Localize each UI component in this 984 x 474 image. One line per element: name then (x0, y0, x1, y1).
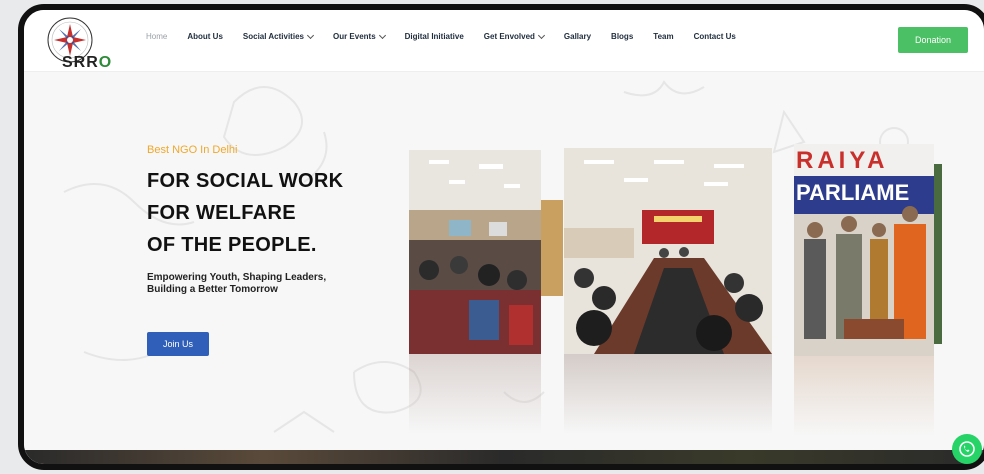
parliament-event-image (794, 144, 934, 356)
carousel-slide-1[interactable] (409, 150, 541, 354)
parliament-banner-subtext: PARLIAME (796, 180, 910, 205)
carousel-slide-3[interactable]: RAIYA PARLIAME (794, 144, 934, 356)
chevron-down-icon (537, 31, 545, 39)
whatsapp-icon (959, 441, 975, 457)
parliament-banner-text: RAIYA (796, 147, 889, 174)
nav-digital-initiative[interactable]: Digital Initiative (395, 32, 474, 41)
chevron-down-icon (378, 31, 386, 39)
chevron-down-icon (306, 31, 315, 39)
logo-wordmark: SRRO (62, 54, 113, 71)
carousel-edge-image (934, 164, 942, 344)
carousel-slide-2-reflection (564, 354, 772, 434)
hero-tagline: Best NGO In Delhi (147, 144, 238, 156)
carousel-slide-2[interactable] (564, 148, 772, 354)
site-logo[interactable]: SRRO (40, 14, 111, 72)
nav-get-envolved[interactable]: Get Envolved (474, 31, 554, 41)
nav-blogs[interactable]: Blogs (601, 32, 643, 41)
join-us-button[interactable]: Join Us (147, 332, 209, 356)
nav-home[interactable]: Home (136, 32, 177, 41)
nav-gallary[interactable]: Gallary (554, 32, 601, 41)
main-nav: Home About Us Social Activities Our Even… (136, 31, 746, 41)
next-section-peek (24, 450, 984, 464)
whatsapp-chat-button[interactable] (952, 434, 982, 464)
hero-subtitle: Empowering Youth, Shaping Leaders, Build… (147, 272, 327, 295)
nav-team[interactable]: Team (643, 32, 683, 41)
browser-frame: SRRO Home About Us Social Activities Our… (18, 4, 984, 470)
top-navbar: SRRO Home About Us Social Activities Our… (24, 10, 984, 72)
hero-section: Best NGO In Delhi FOR SOCIAL WORK FOR WE… (24, 72, 984, 462)
meeting-photo-image (564, 148, 772, 354)
nav-social-activities[interactable]: Social Activities (233, 31, 323, 41)
carousel-gap-image (541, 200, 563, 296)
nav-about-us[interactable]: About Us (177, 32, 233, 41)
donation-button[interactable]: Donation (898, 27, 968, 53)
conference-photo-image (409, 150, 541, 354)
nav-contact-us[interactable]: Contact Us (684, 32, 746, 41)
nav-our-events[interactable]: Our Events (323, 31, 395, 41)
hero-headline: FOR SOCIAL WORK FOR WELFARE OF THE PEOPL… (147, 170, 344, 256)
carousel-slide-1-reflection (409, 354, 541, 434)
carousel-slide-3-reflection (794, 356, 934, 436)
